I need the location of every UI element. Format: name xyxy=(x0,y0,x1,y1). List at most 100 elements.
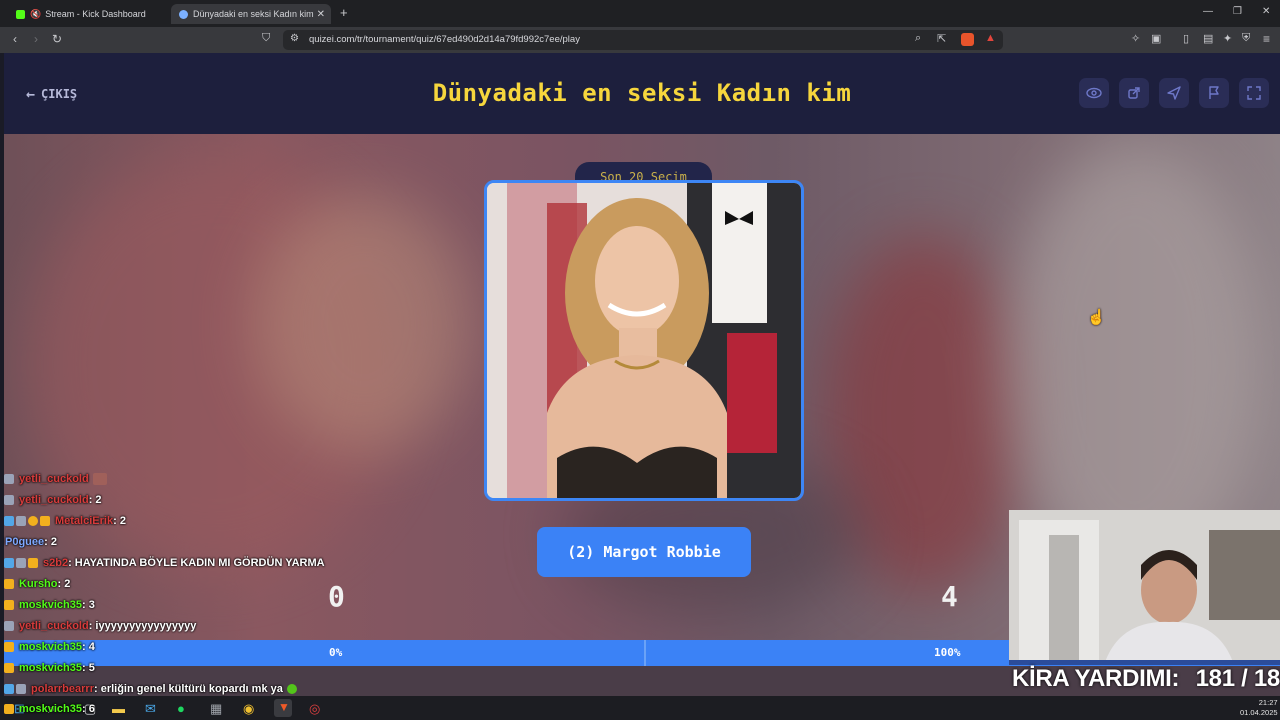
chat-message: yetli_cuckold: 2 xyxy=(4,494,102,506)
badge-icon xyxy=(4,600,14,610)
chat-message: Kursho: 2 xyxy=(4,578,70,590)
extensions-icon[interactable]: ✧ xyxy=(1131,32,1140,45)
site-settings-icon[interactable]: ⚙ xyxy=(290,33,299,44)
close-tab-icon[interactable]: ✕ xyxy=(317,9,325,20)
background-blur xyxy=(254,194,474,454)
chat-text: : 6 xyxy=(81,703,95,715)
restore-icon[interactable]: ❐ xyxy=(1233,6,1242,17)
close-window-icon[interactable]: ✕ xyxy=(1262,6,1270,17)
badge-icon xyxy=(4,558,14,568)
candidate-photo[interactable] xyxy=(484,180,804,501)
rent-support-value: 181 / 185 xyxy=(1195,665,1280,692)
badge-icon xyxy=(16,684,26,694)
chat-username: Kursho xyxy=(19,578,58,590)
mouse-cursor-icon: ☝ xyxy=(1087,309,1106,326)
chat-text: : erliğin genel kültürü kopardı mk ya xyxy=(93,683,283,695)
chat-message: polarrbearrr: erliğin genel kültürü kopa… xyxy=(4,683,299,695)
address-bar[interactable]: ⚙ quizei.com/tr/tournament/quiz/67ed490d… xyxy=(283,30,1003,50)
browser-tab-bar: 🔇 Stream - Kick Dashboard Dünyadaki en s… xyxy=(0,0,1280,27)
candidate-name-button[interactable]: (2) Margot Robbie xyxy=(537,527,751,577)
bookmark-icon[interactable]: ⛉ xyxy=(262,32,270,45)
obs-icon[interactable]: ◎ xyxy=(309,701,320,717)
brave-shields-icon[interactable] xyxy=(961,33,974,46)
badge-icon xyxy=(28,516,38,526)
sidebar-icon[interactable]: ▯ xyxy=(1183,32,1189,45)
chat-message: moskvich35: 4 xyxy=(4,641,95,653)
vpn-icon[interactable]: ⛨ xyxy=(1242,32,1250,45)
send-button[interactable] xyxy=(1159,78,1189,108)
badge-icon xyxy=(4,516,14,526)
badge-icon xyxy=(16,558,26,568)
chat-message: yetli_cuckold xyxy=(4,473,109,485)
rent-support-counter: KİRA YARDIMI: 181 / 185 xyxy=(1012,665,1280,697)
minimize-icon[interactable]: — xyxy=(1203,6,1213,17)
reader-icon[interactable]: ▣ xyxy=(1151,32,1161,45)
share-icon xyxy=(1128,87,1140,99)
eye-button[interactable] xyxy=(1079,78,1109,108)
mail-icon[interactable]: ✉ xyxy=(145,701,156,717)
chat-username: s2b2 xyxy=(43,557,69,569)
chat-username: moskvich35 xyxy=(19,641,82,653)
share-button[interactable] xyxy=(1119,78,1149,108)
candidate-image xyxy=(487,183,801,498)
kick-favicon-icon xyxy=(16,9,25,19)
taskbar-clock[interactable]: 21:27 01.04.2025 xyxy=(1240,698,1278,718)
file-explorer-icon[interactable]: ▬ xyxy=(112,701,125,716)
chat-message: moskvich35: 3 xyxy=(4,599,95,611)
share-page-icon[interactable]: ⇱ xyxy=(937,32,946,45)
chat-message: P0guee: 2 xyxy=(4,536,57,548)
chrome-icon[interactable]: ◉ xyxy=(243,701,254,717)
emote-icon xyxy=(92,473,107,485)
badge-icon xyxy=(4,704,14,714)
mute-icon[interactable]: 🔇 xyxy=(30,9,41,20)
chat-text: : 4 xyxy=(81,641,95,653)
chat-text: : 2 xyxy=(44,536,57,548)
quiz-favicon-icon xyxy=(179,9,188,19)
badge-icon xyxy=(4,642,14,652)
fullscreen-icon xyxy=(1247,86,1261,100)
chat-text: : 5 xyxy=(81,662,95,674)
percent-left: 0% xyxy=(329,646,343,659)
report-button[interactable] xyxy=(1199,78,1229,108)
tab-title: Stream - Kick Dashboard xyxy=(45,9,146,19)
fullscreen-button[interactable] xyxy=(1239,78,1269,108)
arrow-left-icon: ← xyxy=(26,85,36,103)
chat-text: : 2 xyxy=(57,578,71,590)
spotify-icon[interactable]: ● xyxy=(177,701,185,716)
chat-username: moskvich35 xyxy=(19,599,82,611)
badge-icon xyxy=(4,579,14,589)
chat-message: s2b2: HAYATINDA BÖYLE KADIN MI GÖRDÜN YA… xyxy=(4,557,325,569)
webcam-overlay xyxy=(1009,510,1280,665)
badge-icon xyxy=(4,495,14,505)
chat-text: : 2 xyxy=(113,515,126,527)
reload-icon[interactable]: ↻ xyxy=(52,32,62,46)
back-icon[interactable]: ‹ xyxy=(13,32,17,46)
exit-button[interactable]: ← ÇIKIŞ xyxy=(26,85,77,103)
brave-rewards-icon[interactable]: ▲ xyxy=(985,32,996,44)
badge-icon xyxy=(40,516,50,526)
eye-icon xyxy=(1086,87,1102,99)
exit-label: ÇIKIŞ xyxy=(41,87,78,101)
windows-taskbar: ⊞ ⌕ ▢ ▬ ✉ ● ▦ ◉ ▼ ◎ 21:27 01.04.2025 xyxy=(0,696,1280,720)
chat-username: moskvich35 xyxy=(19,662,82,674)
clock-date: 01.04.2025 xyxy=(1240,708,1278,717)
url-text: quizei.com/tr/tournament/quiz/67ed490d2d… xyxy=(309,34,580,45)
chat-text: : HAYATINDA BÖYLE KADIN MI GÖRDÜN YARMA xyxy=(68,557,325,569)
badge-icon xyxy=(4,621,14,631)
chat-username: moskvich35 xyxy=(19,703,82,715)
tab-kick-dashboard[interactable]: 🔇 Stream - Kick Dashboard xyxy=(8,4,168,24)
chat-username: yetli_cuckold xyxy=(19,620,89,632)
chat-username: yetli_cuckold xyxy=(19,494,89,506)
tab-quiz[interactable]: Dünyadaki en seksi Kadın kim - ✕ xyxy=(171,4,331,24)
new-tab-icon[interactable]: + xyxy=(340,5,348,20)
webcam-image xyxy=(1009,510,1280,665)
emote-icon xyxy=(286,684,297,694)
calculator-icon[interactable]: ▦ xyxy=(210,701,222,717)
brave-taskbar-button[interactable]: ▼ xyxy=(274,699,292,717)
leo-ai-icon[interactable]: ✦ xyxy=(1223,32,1232,45)
zoom-icon[interactable]: ⌕ xyxy=(915,32,921,45)
forward-icon[interactable]: › xyxy=(34,32,38,46)
wallet-icon[interactable]: ▤ xyxy=(1203,32,1213,45)
menu-icon[interactable]: ≡ xyxy=(1263,32,1270,46)
tab-title: Dünyadaki en seksi Kadın kim - xyxy=(193,9,315,19)
